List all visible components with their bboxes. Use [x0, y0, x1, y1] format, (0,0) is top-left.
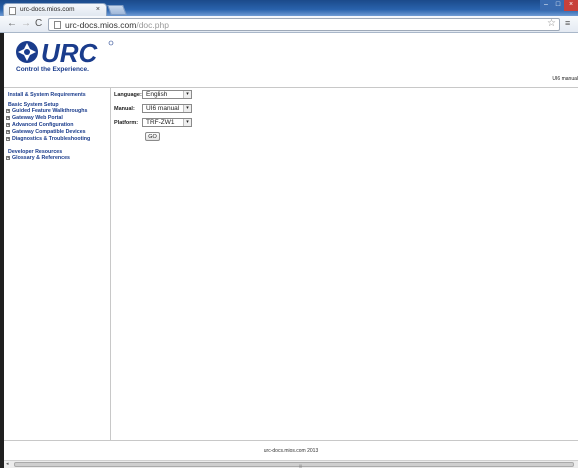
sidebar-nav: Install & System Requirements Basic Syst… — [4, 88, 111, 440]
sidebar-item-compatible-devices[interactable]: + Gateway Compatible Devices — [6, 129, 86, 135]
sidebar-item-label: Guided Feature Walkthroughs — [12, 108, 88, 114]
dropdown-arrow-icon[interactable]: ▾ — [183, 105, 191, 112]
expand-icon[interactable]: + — [6, 115, 10, 120]
logo-wordmark: URC — [41, 38, 99, 67]
language-value: English — [146, 91, 168, 98]
new-tab-button[interactable] — [107, 5, 127, 15]
sidebar-item-label: Install & System Requirements — [8, 92, 86, 98]
scroll-left-arrow-icon[interactable]: ◂ — [6, 461, 9, 467]
language-label: Language: — [114, 92, 142, 98]
dropdown-arrow-icon[interactable]: ▾ — [183, 119, 191, 126]
scrollbar-thumb[interactable]: ||| — [14, 462, 574, 468]
sidebar-item-web-portal[interactable]: + Gateway Web Portal — [6, 115, 63, 121]
bookmark-star-icon[interactable]: ☆ — [547, 18, 556, 29]
page-favicon-icon — [9, 7, 16, 15]
sidebar-item-advanced-config[interactable]: + Advanced Configuration — [6, 122, 74, 128]
footer-divider — [4, 440, 578, 441]
tab-close-icon[interactable]: × — [96, 6, 100, 13]
horizontal-scrollbar[interactable]: ◂ ||| — [4, 460, 578, 468]
current-manual-label: UI6 manual — [552, 76, 578, 82]
address-bar[interactable]: urc-docs.mios.com/doc.php ☆ — [48, 18, 560, 31]
sidebar-item-label: Gateway Compatible Devices — [12, 129, 86, 135]
sidebar-item-install[interactable]: Install & System Requirements — [8, 92, 86, 98]
expand-icon[interactable]: + — [6, 122, 10, 127]
manual-label: Manual: — [114, 106, 135, 112]
scrollbar-grip-icon: ||| — [299, 463, 303, 468]
language-select[interactable]: English ▾ — [142, 90, 192, 99]
page-header: URC Control the Experience. UI6 manual — [4, 33, 578, 87]
close-window-button[interactable]: × — [564, 0, 578, 11]
tab-title: urc-docs.mios.com — [20, 6, 75, 13]
platform-label: Platform: — [114, 120, 139, 126]
tagline: Control the Experience. — [16, 66, 89, 73]
browser-menu-icon[interactable]: ≡ — [565, 18, 570, 28]
maximize-button[interactable]: □ — [552, 0, 564, 11]
expand-icon[interactable]: + — [6, 129, 10, 134]
sidebar-item-label: Gateway Web Portal — [12, 115, 63, 121]
sidebar-item-glossary[interactable]: + Glossary & References — [6, 155, 70, 161]
expand-icon[interactable]: + — [6, 155, 10, 160]
urc-logo-icon: URC — [16, 38, 114, 68]
reload-icon[interactable]: C — [35, 18, 42, 30]
footer-text: urc-docs.mios.com 2013 — [263, 448, 319, 454]
dropdown-arrow-icon[interactable]: ▾ — [183, 91, 191, 98]
url-host: urc-docs.mios.com — [65, 20, 137, 30]
sidebar-item-label: Diagnostics & Troubleshooting — [12, 136, 91, 142]
sidebar-item-label: Advanced Configuration — [12, 122, 74, 128]
page-icon — [54, 21, 61, 29]
url-text: urc-docs.mios.com/doc.php — [65, 20, 169, 30]
back-arrow-icon[interactable]: ← — [7, 18, 17, 30]
sidebar-item-label: Glossary & References — [12, 155, 71, 161]
manual-select[interactable]: UI6 manual ▾ — [142, 104, 192, 113]
platform-value: TRF-ZW1 — [146, 119, 175, 126]
minimize-button[interactable]: – — [540, 0, 552, 11]
url-path: /doc.php — [136, 20, 169, 30]
sidebar-item-diagnostics[interactable]: + Diagnostics & Troubleshooting — [6, 136, 90, 142]
browser-tab[interactable]: urc-docs.mios.com × — [3, 3, 107, 17]
browser-toolbar: ← → C urc-docs.mios.com/doc.php ☆ ≡ — [0, 16, 578, 33]
expand-icon[interactable]: + — [6, 136, 10, 141]
manual-value: UI6 manual — [146, 105, 180, 112]
go-button[interactable]: GO — [145, 132, 160, 141]
forward-arrow-icon[interactable]: → — [21, 18, 31, 30]
expand-icon[interactable]: + — [6, 108, 10, 113]
tab-strip: urc-docs.mios.com × – □ × — [0, 0, 578, 17]
sidebar-item-guided-walkthroughs[interactable]: + Guided Feature Walkthroughs — [6, 108, 87, 114]
platform-select[interactable]: TRF-ZW1 ▾ — [142, 118, 192, 127]
window-controls: – □ × — [540, 0, 578, 11]
